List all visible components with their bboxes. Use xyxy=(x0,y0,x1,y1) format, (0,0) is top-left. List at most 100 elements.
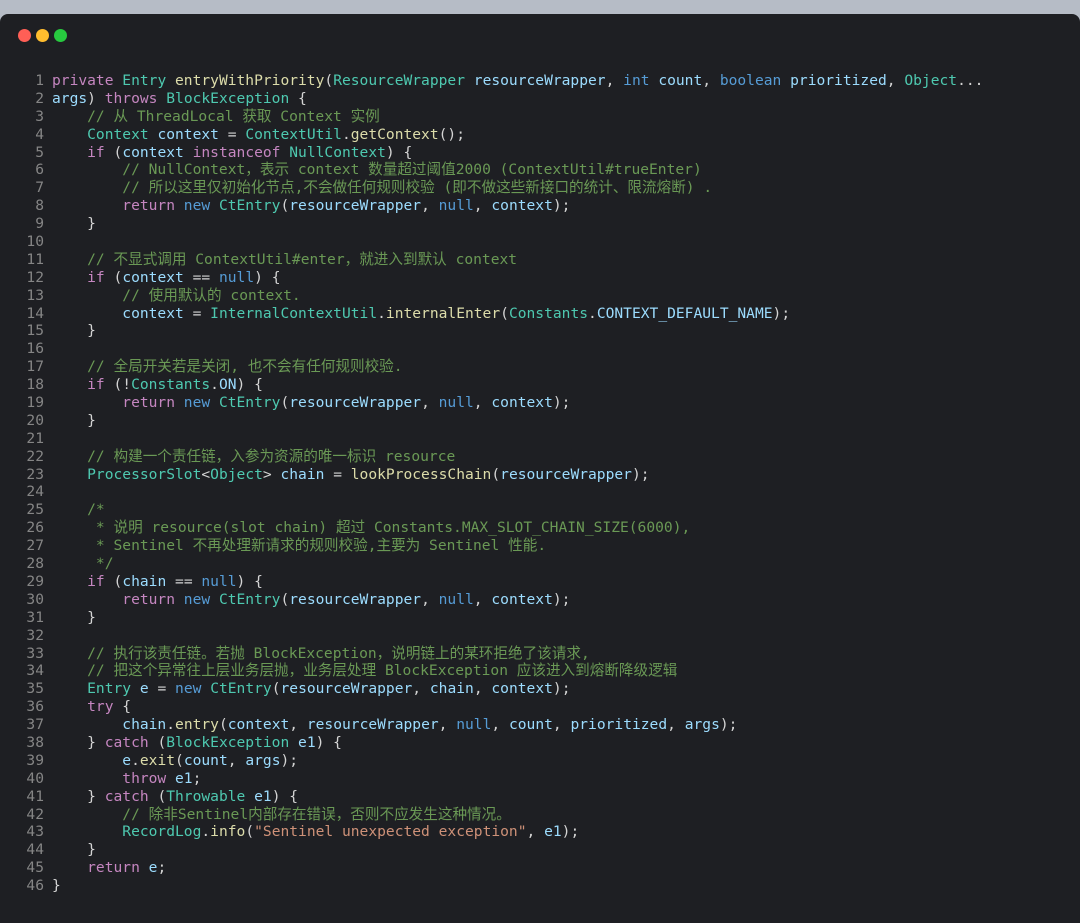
code-token: Object xyxy=(904,72,958,89)
code-token: , xyxy=(289,716,307,734)
code-text: * 说明 resource(slot chain) 超过 Constants.M… xyxy=(52,519,690,537)
line-number: 13 xyxy=(26,286,44,304)
line-number: 17 xyxy=(26,358,44,376)
code-token: catch xyxy=(104,733,158,751)
code-token: , xyxy=(412,680,430,698)
code-token: , xyxy=(473,680,492,698)
code-token: , xyxy=(667,716,685,734)
code-token: context xyxy=(491,680,553,698)
code-token: /* xyxy=(52,501,105,519)
code-token: Object xyxy=(210,465,263,483)
code-token: ); xyxy=(552,197,571,215)
line-number: 19 xyxy=(26,394,44,412)
code-text: // NullContext，表示 context 数量超过阈值2000 (Co… xyxy=(52,161,701,179)
line-number: 28 xyxy=(26,555,44,573)
code-token: boolean xyxy=(719,72,791,89)
code-token: , xyxy=(491,716,509,734)
code-line: 28 */ xyxy=(0,555,1080,573)
code-token: ( xyxy=(280,590,290,608)
code-token: ( xyxy=(491,465,501,483)
code-token: null xyxy=(218,268,255,286)
code-token: context xyxy=(491,197,553,215)
close-dot-icon[interactable] xyxy=(18,29,31,42)
code-line: 32 xyxy=(0,627,1080,645)
code-token: int xyxy=(623,72,659,89)
maximize-dot-icon[interactable] xyxy=(54,29,67,42)
code-token: = xyxy=(157,680,176,698)
code-line: 36 try { xyxy=(0,698,1080,716)
code-token: InternalContextUtil xyxy=(210,304,378,322)
code-line: 38 } catch (BlockException e1) { xyxy=(0,734,1080,752)
code-text: throw e1; xyxy=(52,770,201,788)
code-token: , xyxy=(886,72,905,89)
code-token: CtEntry xyxy=(218,590,281,608)
code-block: 1 private Entry entryWithPriority(Resourc… xyxy=(0,72,1080,895)
code-token: ( xyxy=(113,143,123,161)
code-token: count xyxy=(658,72,703,89)
code-token: , xyxy=(421,394,439,412)
line-number: 21 xyxy=(26,429,44,447)
code-token: , xyxy=(473,394,492,412)
code-token: } xyxy=(52,322,96,340)
code-token: . xyxy=(201,823,211,841)
code-token: = xyxy=(227,125,246,143)
code-token: e1 xyxy=(254,787,272,805)
line-number: 23 xyxy=(26,465,44,483)
code-token: , xyxy=(552,716,571,734)
code-token: RecordLog xyxy=(52,823,202,841)
code-token: args xyxy=(245,751,281,769)
code-token: null xyxy=(438,197,474,215)
code-token: , xyxy=(473,197,492,215)
code-line: 4 Context context = ContextUtil.getConte… xyxy=(0,126,1080,144)
code-token: > xyxy=(262,465,281,483)
code-token: resourceWrapper xyxy=(500,465,632,483)
code-token: . xyxy=(588,304,597,322)
code-token: BlockException xyxy=(166,733,299,751)
window-controls xyxy=(18,29,72,43)
code-token: ( xyxy=(113,268,123,286)
code-token: ( xyxy=(271,680,281,698)
code-token: context xyxy=(52,304,193,322)
code-token: ( xyxy=(113,572,123,590)
code-token: Throwable xyxy=(166,787,255,805)
code-token: CtEntry xyxy=(218,197,281,215)
code-token: ( xyxy=(218,716,228,734)
code-token: */ xyxy=(52,555,114,573)
code-token: chain xyxy=(280,465,334,483)
line-number: 7 xyxy=(35,179,44,197)
code-text: try { xyxy=(52,698,131,716)
code-line: 17 // 全局开关若是关闭, 也不会有任何规则校验. xyxy=(0,358,1080,376)
code-text: */ xyxy=(52,555,114,573)
code-token: , xyxy=(438,716,457,734)
code-line: 14 context = InternalContextUtil.interna… xyxy=(0,305,1080,323)
code-token: ... xyxy=(957,72,984,89)
code-token: // 使用默认的 context. xyxy=(52,286,301,304)
code-token: args xyxy=(52,89,88,107)
code-token: , xyxy=(526,823,545,841)
code-token: "Sentinel unexpected exception" xyxy=(254,823,527,841)
code-token: ) { xyxy=(254,268,281,286)
code-line: 1 private Entry entryWithPriority(Resourc… xyxy=(0,72,1080,90)
code-token: ) { xyxy=(236,376,263,394)
line-number: 26 xyxy=(26,519,44,537)
code-token: info xyxy=(210,823,246,841)
code-token: // 除非Sentinel内部存在错误，否则不应发生这种情况。 xyxy=(52,805,511,823)
code-token: context xyxy=(122,143,193,161)
code-token: exit xyxy=(139,751,176,769)
line-number: 15 xyxy=(26,322,44,340)
code-line: 42 // 除非Sentinel内部存在错误，否则不应发生这种情况。 xyxy=(0,806,1080,824)
code-line: 31 } xyxy=(0,609,1080,627)
line-number: 5 xyxy=(35,143,44,161)
code-token: if xyxy=(52,572,114,590)
line-number: 40 xyxy=(26,769,44,787)
line-number: 11 xyxy=(26,250,44,268)
line-number: 22 xyxy=(26,447,44,465)
line-number: 18 xyxy=(26,376,44,394)
code-line: 23 ProcessorSlot<Object> chain = lookPro… xyxy=(0,466,1080,484)
code-token: // 执行该责任链。若抛 BlockException，说明链上的某环拒绝了该请… xyxy=(52,644,590,662)
minimize-dot-icon[interactable] xyxy=(36,29,49,42)
code-text: if (!Constants.ON) { xyxy=(52,376,263,394)
code-token: ContextUtil xyxy=(245,125,342,143)
code-token: new xyxy=(183,590,219,608)
code-line: 43 RecordLog.info("Sentinel unexpected e… xyxy=(0,823,1080,841)
